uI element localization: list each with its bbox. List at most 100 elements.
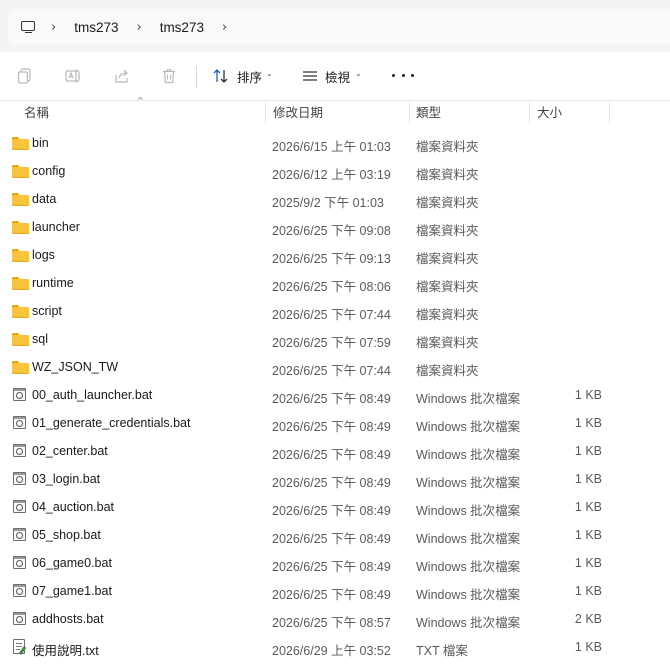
breadcrumb-item-tms273-current[interactable]: tms273 — [156, 16, 208, 39]
folder-icon — [12, 304, 29, 318]
folder-icon — [12, 164, 29, 178]
file-modified-date: 2025/9/2 下午 01:03 — [272, 196, 384, 210]
copy-button[interactable] — [13, 64, 37, 88]
batch-file-icon — [12, 416, 29, 430]
file-row[interactable]: 05_shop.bat 2026/6/25 下午 08:49 Windows 批次檔… — [0, 521, 670, 549]
file-modified-date: 2026/6/25 下午 08:49 — [272, 392, 391, 406]
file-type: TXT 檔案 — [416, 644, 468, 658]
this-pc-icon[interactable] — [21, 20, 37, 34]
file-size: 1 KB — [574, 556, 602, 570]
folder-icon — [12, 276, 29, 290]
file-name: 02_center.bat — [32, 444, 108, 458]
file-row[interactable]: script 2026/6/25 下午 07:44 檔案資料夾 — [0, 297, 670, 325]
file-row[interactable]: config 2026/6/12 上午 03:19 檔案資料夾 — [0, 157, 670, 185]
command-bar: 排序 ⌄ 檢視 ⌄ — [0, 52, 670, 101]
file-modified-date: 2026/6/25 下午 08:49 — [272, 588, 391, 602]
file-modified-date: 2026/6/25 下午 08:49 — [272, 532, 391, 546]
file-modified-date: 2026/6/25 下午 09:08 — [272, 224, 391, 238]
file-type: Windows 批次檔案 — [416, 392, 521, 406]
delete-button[interactable] — [157, 64, 181, 88]
file-name: sql — [32, 332, 48, 346]
file-row[interactable]: launcher 2026/6/25 下午 09:08 檔案資料夾 — [0, 213, 670, 241]
file-modified-date: 2026/6/25 下午 08:57 — [272, 616, 391, 630]
share-icon — [115, 69, 128, 83]
file-name: 06_game0.bat — [32, 556, 112, 570]
file-size: 1 KB — [574, 584, 602, 598]
file-row[interactable]: 02_center.bat 2026/6/25 下午 08:49 Windows 批… — [0, 437, 670, 465]
chevron-right-icon[interactable]: › — [136, 20, 141, 35]
file-row[interactable]: 03_login.bat 2026/6/25 下午 08:49 Windows 批次… — [0, 465, 670, 493]
file-type: Windows 批次檔案 — [416, 504, 521, 518]
column-header-date[interactable]: 修改日期 — [273, 100, 323, 126]
breadcrumb[interactable]: › tms273 › tms273 › — [8, 9, 670, 45]
file-size: 2 KB — [574, 612, 602, 626]
chevron-down-icon[interactable]: ⌄ — [355, 69, 362, 78]
file-type: Windows 批次檔案 — [416, 420, 521, 434]
batch-file-icon — [12, 556, 29, 570]
file-type: Windows 批次檔案 — [416, 588, 521, 602]
file-row[interactable]: 01_generate_credentials.bat 2026/6/25 下午 … — [0, 409, 670, 437]
file-modified-date: 2026/6/29 上午 03:52 — [272, 644, 391, 658]
column-divider[interactable] — [265, 100, 266, 124]
file-type: 檔案資料夾 — [416, 364, 479, 378]
batch-file-icon — [12, 528, 29, 542]
file-size: 1 KB — [574, 640, 602, 654]
chevron-down-icon[interactable]: ⌄ — [266, 69, 273, 78]
file-name: script — [32, 304, 62, 318]
folder-icon — [12, 332, 29, 346]
file-row[interactable]: 06_game0.bat 2026/6/25 下午 08:49 Windows 批次… — [0, 549, 670, 577]
column-divider[interactable] — [409, 100, 410, 124]
sort-button[interactable]: 排序 — [237, 67, 262, 86]
file-name: 04_auction.bat — [32, 500, 115, 514]
file-type: 檔案資料夾 — [416, 336, 479, 350]
file-type: Windows 批次檔案 — [416, 616, 521, 630]
column-header-name[interactable]: 名稱 — [24, 100, 49, 126]
file-size: 1 KB — [574, 500, 602, 514]
column-header-size[interactable]: 大小 — [537, 100, 562, 126]
file-modified-date: 2026/6/15 上午 01:03 — [272, 140, 391, 154]
file-row[interactable]: logs 2026/6/25 下午 09:13 檔案資料夾 — [0, 241, 670, 269]
copy-icon — [17, 68, 31, 84]
file-size: 1 KB — [574, 472, 602, 486]
file-row[interactable]: WZ_JSON_TW 2026/6/25 下午 07:44 檔案資料夾 — [0, 353, 670, 381]
batch-file-icon — [12, 612, 29, 626]
file-row[interactable]: data 2025/9/2 下午 01:03 檔案資料夾 — [0, 185, 670, 213]
file-type: 檔案資料夾 — [416, 252, 479, 266]
file-modified-date: 2026/6/25 下午 08:49 — [272, 476, 391, 490]
file-type: Windows 批次檔案 — [416, 476, 521, 490]
file-name: data — [32, 192, 57, 206]
chevron-right-icon[interactable]: › — [51, 20, 56, 35]
more-options-button[interactable] — [392, 63, 414, 87]
file-type: 檔案資料夾 — [416, 280, 479, 294]
file-modified-date: 2026/6/25 下午 08:06 — [272, 280, 391, 294]
file-type: 檔案資料夾 — [416, 140, 479, 154]
file-row[interactable]: 00_auth_launcher.bat 2026/6/25 下午 08:49 Wi… — [0, 381, 670, 409]
share-button[interactable] — [110, 64, 134, 88]
file-row[interactable]: sql 2026/6/25 下午 07:59 檔案資料夾 — [0, 325, 670, 353]
chevron-right-icon[interactable]: › — [222, 20, 227, 35]
file-row[interactable]: 04_auction.bat 2026/6/25 下午 08:49 Windows … — [0, 493, 670, 521]
file-type: Windows 批次檔案 — [416, 560, 521, 574]
view-button[interactable]: 檢視 — [325, 67, 350, 86]
file-row[interactable]: bin 2026/6/15 上午 01:03 檔案資料夾 — [0, 129, 670, 157]
file-row[interactable]: 使用說明.txt 2026/6/29 上午 03:52 TXT 檔案 1 KB — [0, 633, 670, 661]
file-row[interactable]: 07_game1.bat 2026/6/25 下午 08:49 Windows 批次… — [0, 577, 670, 605]
file-type: 檔案資料夾 — [416, 224, 479, 238]
breadcrumb-item-tms273-parent[interactable]: tms273 — [70, 16, 122, 39]
column-header-type[interactable]: 類型 — [416, 100, 441, 126]
file-name: runtime — [32, 276, 74, 290]
file-row[interactable]: runtime 2026/6/25 下午 08:06 檔案資料夾 — [0, 269, 670, 297]
rename-button[interactable] — [61, 64, 85, 88]
folder-icon — [12, 360, 29, 374]
column-divider[interactable] — [529, 100, 530, 124]
column-divider[interactable] — [609, 100, 610, 124]
file-modified-date: 2026/6/25 下午 08:49 — [272, 560, 391, 574]
file-name: addhosts.bat — [32, 612, 104, 626]
file-size: 1 KB — [574, 416, 602, 430]
sort-icon[interactable] — [209, 64, 233, 88]
batch-file-icon — [12, 444, 29, 458]
file-modified-date: 2026/6/25 下午 07:59 — [272, 336, 391, 350]
view-icon[interactable] — [298, 64, 322, 88]
batch-file-icon — [12, 500, 29, 514]
file-row[interactable]: addhosts.bat 2026/6/25 下午 08:57 Windows 批次… — [0, 605, 670, 633]
